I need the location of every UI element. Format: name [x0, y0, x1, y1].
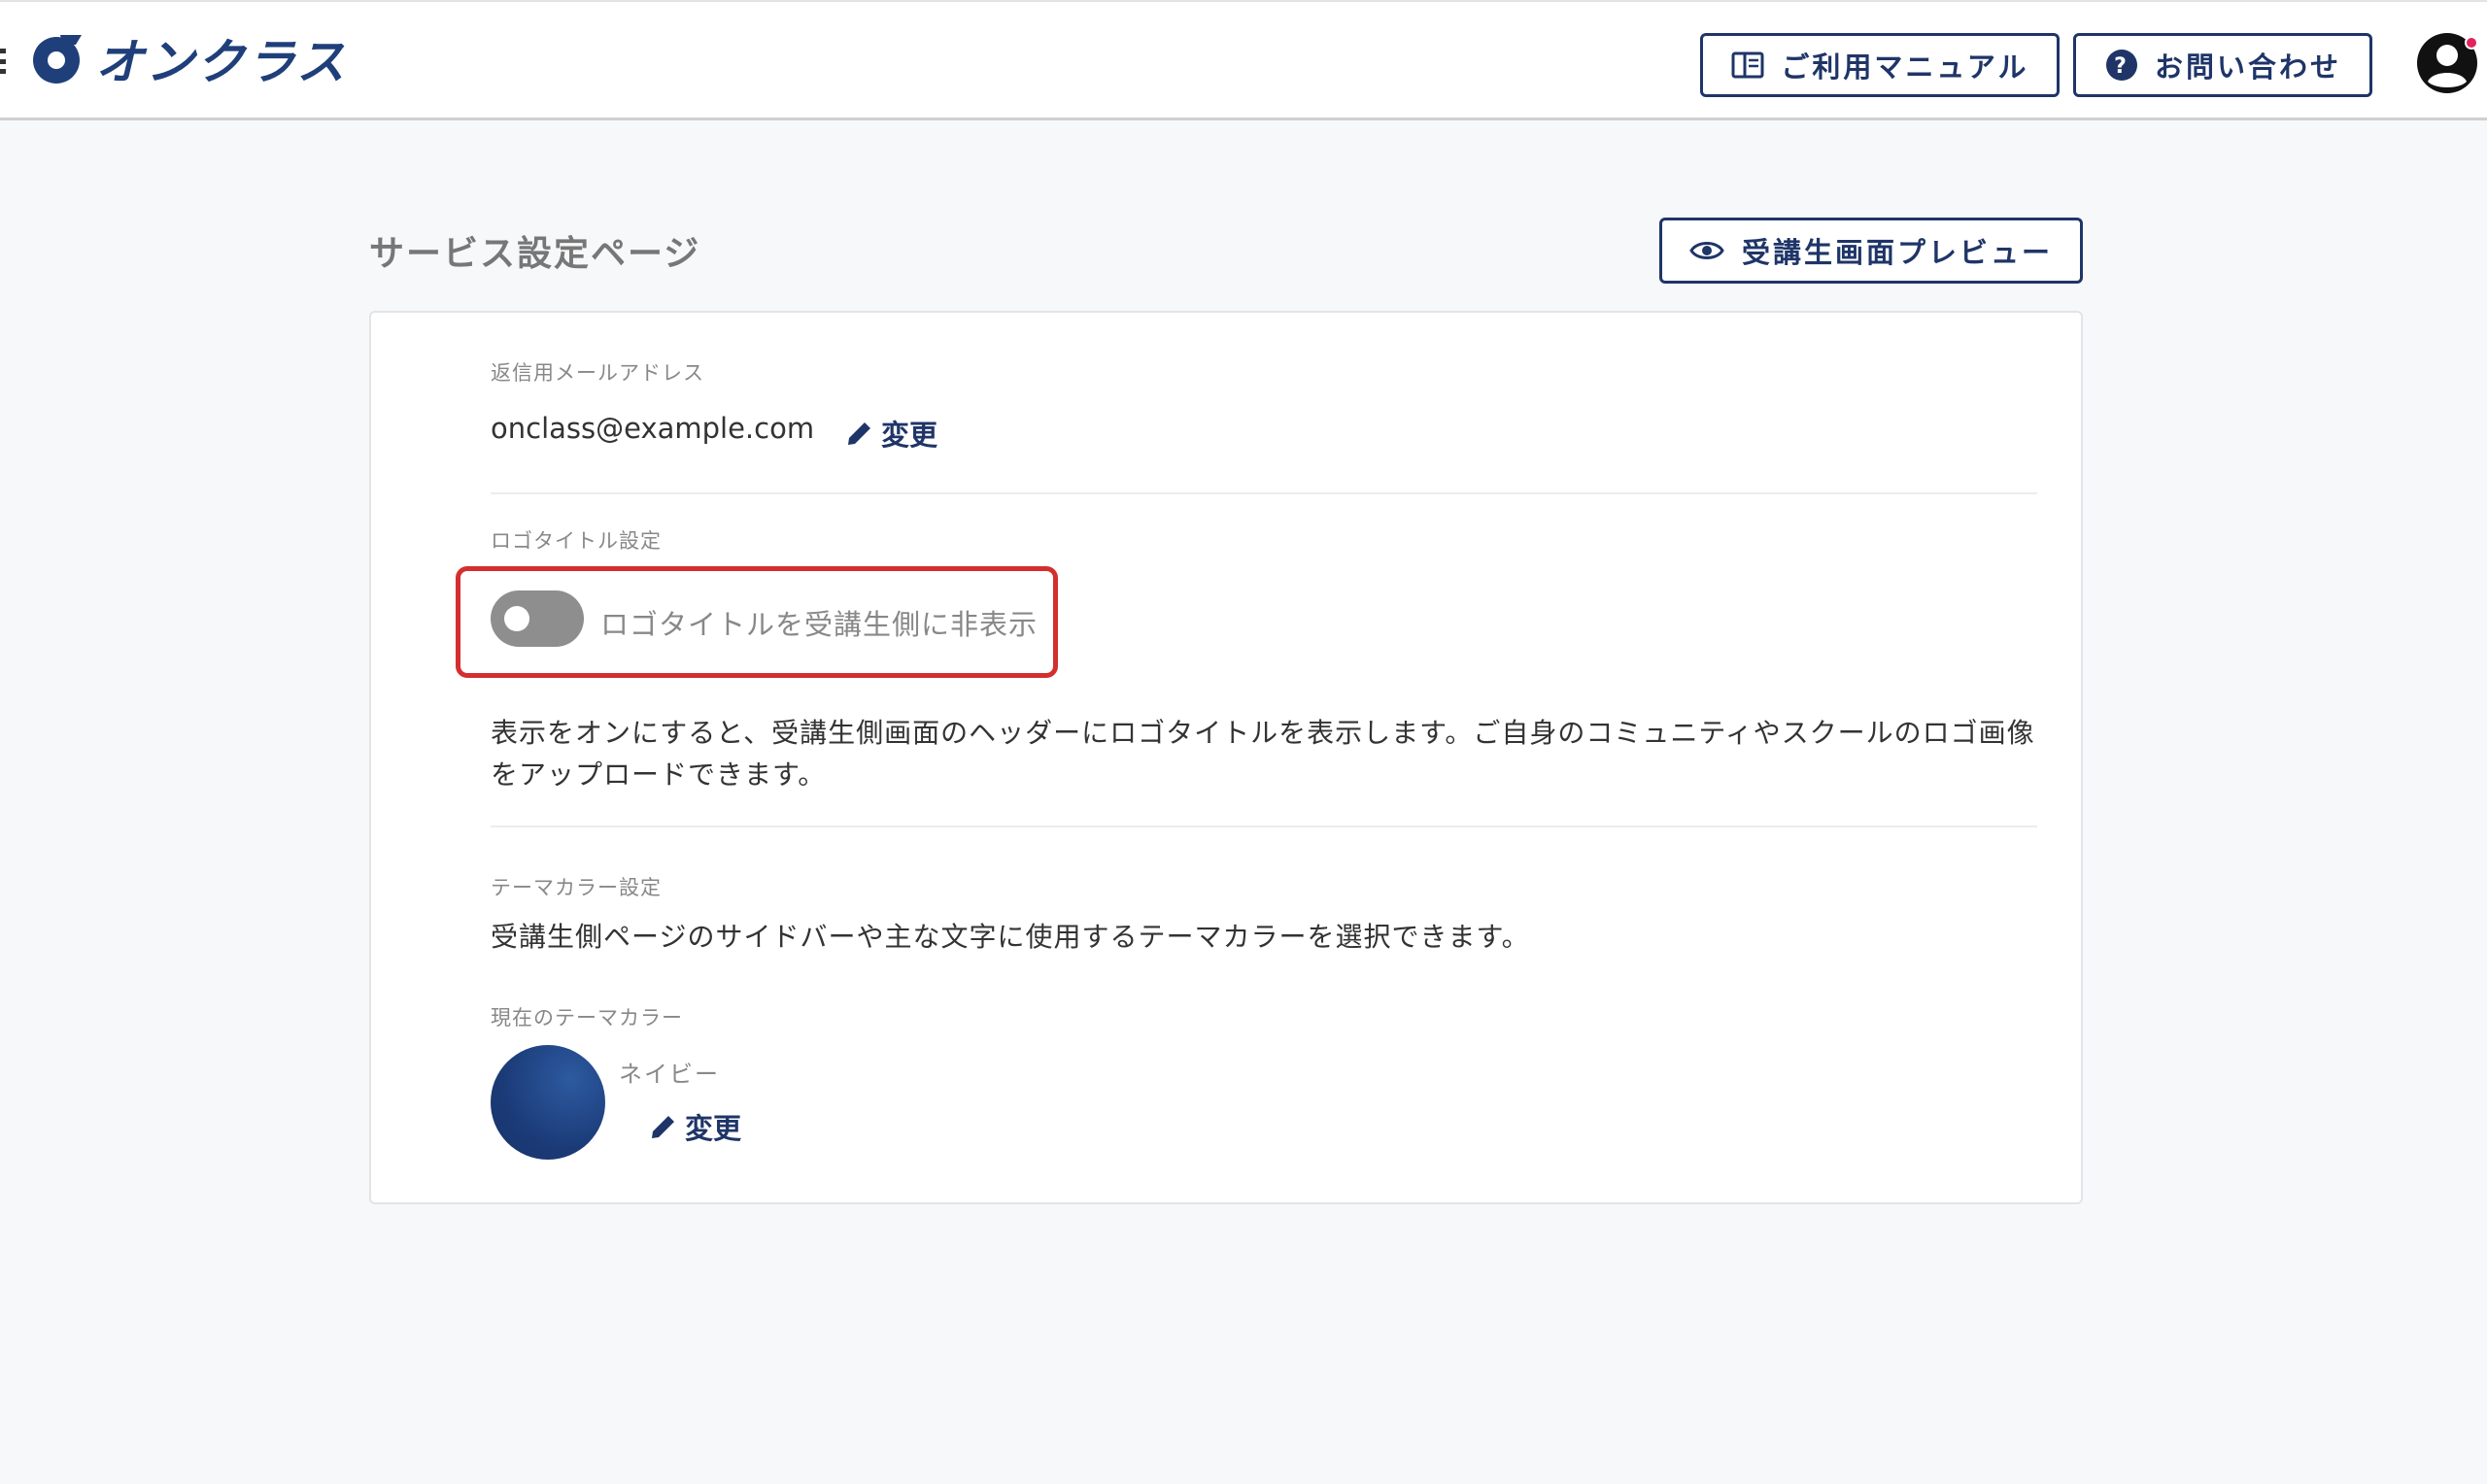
theme-color-swatch: [491, 1045, 605, 1160]
svg-text:?: ?: [2114, 54, 2129, 79]
theme-color-description: 受講生側ページのサイドバーや主な文字に使用するテーマカラーを選択できます。: [491, 921, 1530, 953]
notification-dot: [2465, 36, 2478, 50]
change-email-link[interactable]: 変更: [844, 413, 937, 454]
divider: [491, 826, 2037, 827]
menu-icon[interactable]: [0, 49, 6, 74]
hide-logo-title-label: ロゴタイトルを受講生側に非表示: [600, 608, 1039, 641]
change-theme-color-link[interactable]: 変更: [648, 1106, 741, 1147]
hide-logo-title-toggle[interactable]: [491, 590, 584, 647]
eye-icon: [1689, 242, 1724, 259]
preview-button-label: 受講生画面プレビュー: [1741, 236, 2053, 269]
contact-button-label: お問い合わせ: [2154, 51, 2341, 84]
book-icon: [1731, 51, 1764, 79]
logo-text: オンクラス: [95, 34, 347, 90]
theme-color-setting-label: テーマカラー設定: [491, 876, 662, 899]
reply-email-value: onclass@example.com: [491, 412, 815, 445]
logo-title-description-line2: をアップロードできます。: [491, 759, 827, 791]
pencil-icon: [848, 422, 870, 445]
logo-mark-icon: [33, 35, 82, 84]
app-logo[interactable]: オンクラス: [31, 27, 347, 90]
logo-title-description-line1: 表示をオンにすると、受講生側画面のヘッダーにロゴタイトルを表示します。ご自身のコ…: [491, 717, 2035, 749]
top-header: オンクラス ご利用マニュアル ? お問い合わせ: [0, 0, 2487, 120]
pencil-icon: [652, 1116, 674, 1138]
reply-email-label: 返信用メールアドレス: [491, 361, 704, 385]
logo-title-setting-label: ロゴタイトル設定: [491, 529, 662, 553]
manual-button[interactable]: ご利用マニュアル: [1700, 33, 2060, 97]
manual-button-label: ご利用マニュアル: [1781, 51, 2029, 84]
divider: [491, 492, 2037, 494]
page-title: サービス設定ページ: [369, 234, 701, 274]
theme-color-name: ネイビー: [619, 1061, 720, 1088]
toggle-knob: [504, 606, 529, 631]
change-email-label: 変更: [881, 419, 938, 452]
contact-button[interactable]: ? お問い合わせ: [2073, 33, 2372, 97]
current-theme-color-label: 現在のテーマカラー: [491, 1006, 683, 1029]
student-preview-button[interactable]: 受講生画面プレビュー: [1659, 218, 2083, 284]
help-circle-icon: ?: [2105, 50, 2137, 81]
change-theme-color-label: 変更: [685, 1112, 742, 1145]
